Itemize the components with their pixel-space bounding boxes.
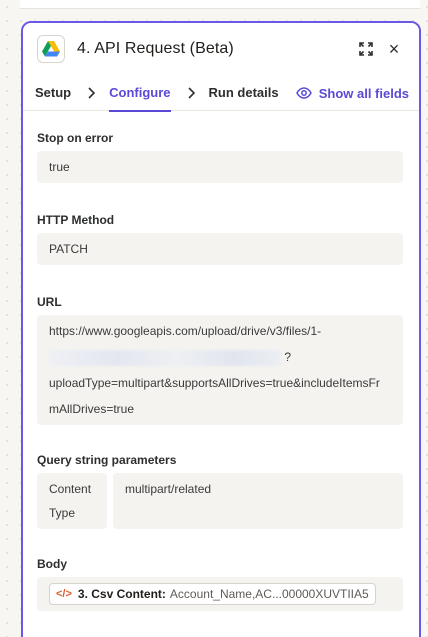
field-http-method: HTTP Method PATCH xyxy=(37,213,403,265)
step-title: 4. API Request (Beta) xyxy=(77,40,234,57)
pill-value: Account_Name,AC...00000XUVTIIA5 xyxy=(169,587,369,601)
url-line: uploadType=multipart&supportsAllDrives=t… xyxy=(49,376,380,390)
tab-setup-label: Setup xyxy=(35,85,72,100)
tab-configure[interactable]: Configure xyxy=(109,75,171,112)
query-param-key[interactable]: Content Type xyxy=(37,473,107,529)
url-line: mAllDrives=true xyxy=(49,402,135,416)
previous-panel-edge xyxy=(20,0,420,9)
stop-on-error-value[interactable]: true xyxy=(37,151,403,183)
field-label: URL xyxy=(37,295,62,309)
field-stop-on-error: Stop on error true xyxy=(37,131,403,183)
show-all-fields-label: Show all fields xyxy=(318,85,409,101)
url-line: https://www.googleapis.com/upload/drive/… xyxy=(49,324,322,338)
tab-configure-label: Configure xyxy=(109,85,171,100)
close-button[interactable]: × xyxy=(383,38,405,60)
close-icon: × xyxy=(388,39,400,59)
field-label: HTTP Method xyxy=(37,213,115,227)
field-label: Stop on error xyxy=(37,131,114,145)
eye-icon xyxy=(295,87,312,99)
body-value[interactable]: </> 3. Csv Content: Account_Name,AC...00… xyxy=(37,577,403,611)
panel-header: 4. API Request (Beta) × xyxy=(23,23,419,75)
chevron-right-icon xyxy=(187,86,195,99)
step-editor-panel: 4. API Request (Beta) × Setup Configure … xyxy=(21,21,421,637)
show-all-fields-button[interactable]: Show all fields xyxy=(295,75,409,111)
field-label: Body xyxy=(37,557,67,571)
tab-run-details-label: Run details xyxy=(208,85,279,100)
tab-run-details[interactable]: Run details xyxy=(209,75,279,111)
query-param-row: Content Type multipart/related xyxy=(37,473,403,529)
field-body: Body </> 3. Csv Content: Account_Name,AC… xyxy=(37,557,403,611)
url-line-redacted: ? xyxy=(49,344,391,370)
expand-icon[interactable] xyxy=(355,38,377,60)
code-icon: </> xyxy=(56,588,72,600)
google-drive-icon xyxy=(37,35,65,63)
step-data-pill[interactable]: </> 3. Csv Content: Account_Name,AC...00… xyxy=(49,583,376,605)
query-param-value[interactable]: multipart/related xyxy=(113,473,403,529)
http-method-value[interactable]: PATCH xyxy=(37,233,403,265)
url-query-start: ? xyxy=(284,350,292,364)
step-tabs: Setup Configure Run details Show all fie… xyxy=(23,75,419,112)
redacted-file-id xyxy=(49,349,281,366)
field-query-string: Query string parameters Content Type mul… xyxy=(37,453,403,529)
url-value[interactable]: https://www.googleapis.com/upload/drive/… xyxy=(37,315,403,425)
field-url: URL https://www.googleapis.com/upload/dr… xyxy=(37,295,403,425)
field-label: Query string parameters xyxy=(37,453,177,467)
tab-setup[interactable]: Setup xyxy=(35,75,71,111)
chevron-right-icon xyxy=(87,86,96,99)
configure-form: Stop on error true HTTP Method PATCH URL… xyxy=(23,111,419,611)
pill-step-label: 3. Csv Content: xyxy=(77,587,166,601)
